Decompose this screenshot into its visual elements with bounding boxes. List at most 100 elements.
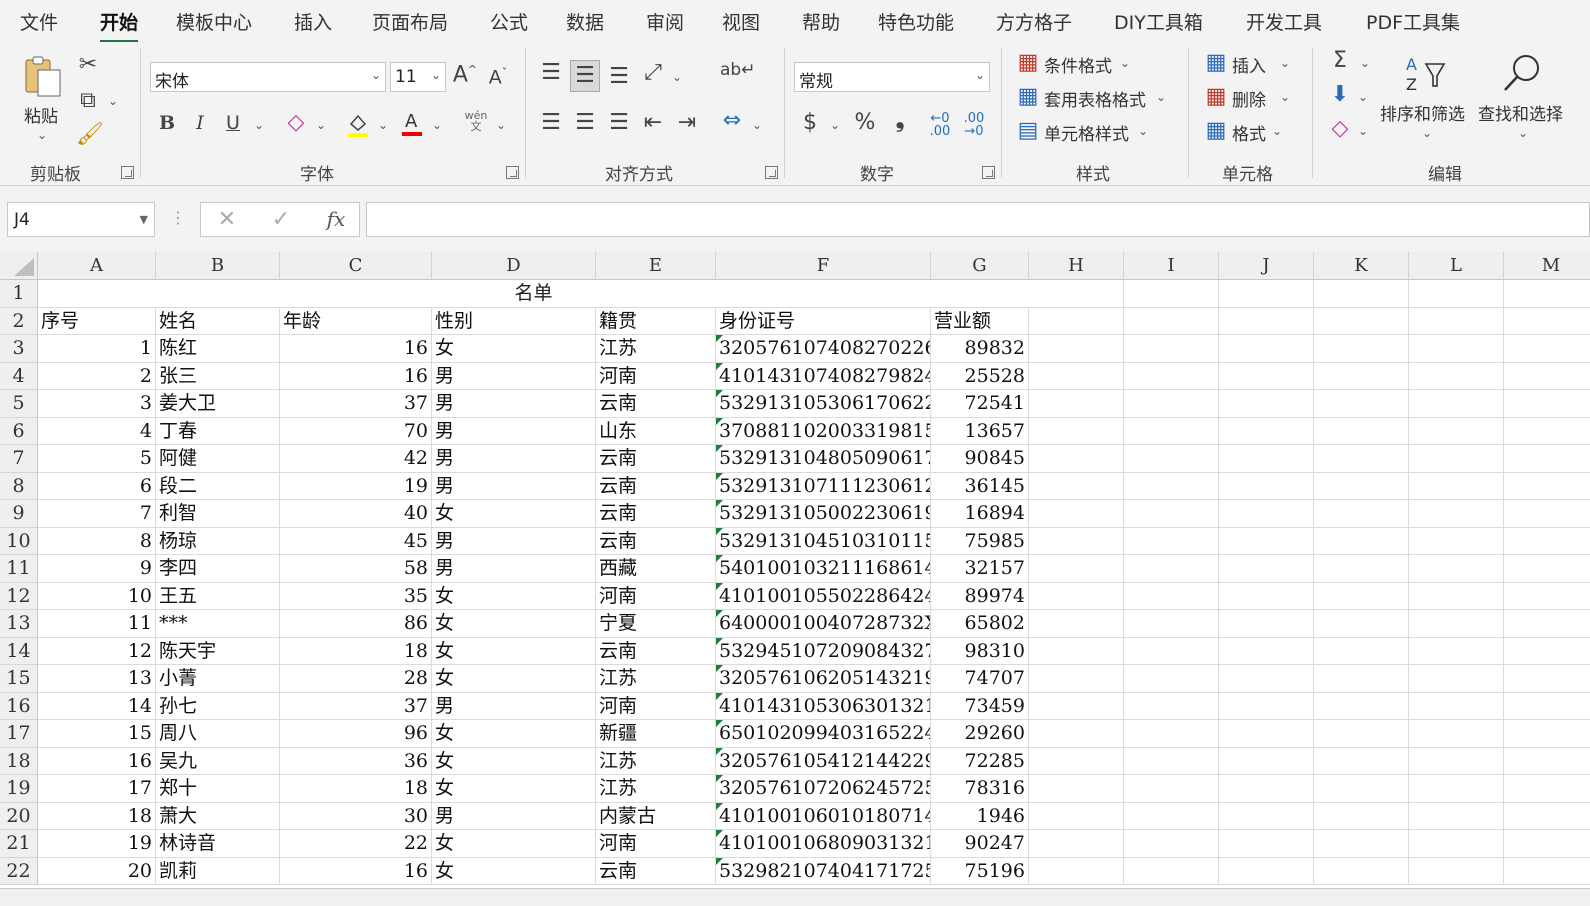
empty-cell[interactable] bbox=[1409, 582, 1504, 610]
table-cell[interactable]: 女 bbox=[432, 720, 596, 748]
empty-cell[interactable] bbox=[1314, 417, 1409, 445]
empty-cell[interactable] bbox=[1504, 473, 1590, 500]
header-cell[interactable]: 身份证号 bbox=[716, 307, 931, 335]
empty-cell[interactable] bbox=[1029, 637, 1124, 665]
table-cell[interactable]: 杨琼 bbox=[156, 527, 280, 555]
row-header[interactable]: 19 bbox=[0, 775, 38, 803]
table-cell[interactable]: 江苏 bbox=[596, 747, 716, 775]
empty-cell[interactable] bbox=[1504, 500, 1590, 528]
format-painter-icon[interactable]: 🖌 bbox=[76, 124, 104, 146]
empty-cell[interactable] bbox=[1504, 830, 1590, 858]
empty-cell[interactable] bbox=[1314, 637, 1409, 665]
table-cell[interactable]: 张三 bbox=[156, 362, 280, 390]
empty-cell[interactable] bbox=[1029, 747, 1124, 775]
empty-cell[interactable] bbox=[1504, 610, 1590, 638]
empty-cell[interactable] bbox=[1219, 500, 1314, 528]
table-cell[interactable]: 75196 bbox=[931, 857, 1029, 885]
empty-cell[interactable] bbox=[1124, 857, 1219, 885]
column-header-a[interactable]: A bbox=[38, 252, 156, 280]
sort-filter-icon[interactable]: AZ bbox=[1404, 52, 1448, 96]
empty-cell[interactable] bbox=[1124, 582, 1219, 610]
empty-cell[interactable] bbox=[1314, 500, 1409, 528]
table-cell[interactable]: 姜大卫 bbox=[156, 390, 280, 418]
table-cell[interactable]: 75985 bbox=[931, 527, 1029, 555]
align-center-icon[interactable]: ☰ bbox=[572, 112, 598, 134]
table-cell[interactable]: 650102099403165224 bbox=[716, 720, 931, 748]
table-cell[interactable]: 532913104805090617 bbox=[716, 445, 931, 473]
header-cell[interactable] bbox=[1314, 307, 1409, 335]
table-format-icon[interactable]: ▦ bbox=[1016, 86, 1040, 108]
empty-cell[interactable] bbox=[1124, 445, 1219, 473]
table-cell[interactable]: 女 bbox=[432, 665, 596, 693]
empty-cell[interactable] bbox=[1219, 280, 1314, 308]
empty-cell[interactable] bbox=[1409, 692, 1504, 720]
empty-cell[interactable] bbox=[1409, 857, 1504, 885]
delete-cells-button[interactable]: 删除 bbox=[1232, 86, 1266, 111]
table-format-dropdown-icon[interactable]: ⌄ bbox=[1156, 90, 1166, 104]
empty-cell[interactable] bbox=[1219, 637, 1314, 665]
empty-cell[interactable] bbox=[1124, 390, 1219, 418]
empty-cell[interactable] bbox=[1314, 610, 1409, 638]
search-icon[interactable] bbox=[1500, 52, 1544, 96]
column-header-f[interactable]: F bbox=[716, 252, 931, 280]
table-cell[interactable]: 男 bbox=[432, 527, 596, 555]
table-cell[interactable]: 西藏 bbox=[596, 555, 716, 583]
empty-cell[interactable] bbox=[1124, 830, 1219, 858]
table-cell[interactable]: 江苏 bbox=[596, 665, 716, 693]
table-cell[interactable]: 5 bbox=[38, 445, 156, 473]
empty-cell[interactable] bbox=[1314, 445, 1409, 473]
table-cell[interactable]: 70 bbox=[280, 417, 432, 445]
table-cell[interactable]: 云南 bbox=[596, 637, 716, 665]
table-cell[interactable]: 15 bbox=[38, 720, 156, 748]
table-cell[interactable]: 16 bbox=[280, 857, 432, 885]
italic-button[interactable]: I bbox=[190, 114, 210, 133]
empty-cell[interactable] bbox=[1029, 390, 1124, 418]
table-cell[interactable]: 云南 bbox=[596, 390, 716, 418]
column-header-g[interactable]: G bbox=[931, 252, 1029, 280]
alignment-launcher-icon[interactable] bbox=[765, 166, 778, 179]
table-cell[interactable]: 73459 bbox=[931, 692, 1029, 720]
empty-cell[interactable] bbox=[1504, 665, 1590, 693]
table-cell[interactable]: 370881102003319815 bbox=[716, 417, 931, 445]
header-cell[interactable] bbox=[1029, 307, 1124, 335]
empty-cell[interactable] bbox=[1124, 692, 1219, 720]
empty-cell[interactable] bbox=[1219, 555, 1314, 583]
formula-input[interactable] bbox=[366, 202, 1590, 237]
copy-dropdown-icon[interactable]: ⌄ bbox=[108, 94, 118, 108]
table-cell[interactable]: 42 bbox=[280, 445, 432, 473]
table-cell[interactable]: 宁夏 bbox=[596, 610, 716, 638]
menu-tab[interactable]: 数据 bbox=[566, 8, 604, 35]
table-cell[interactable]: 532982107404171725 bbox=[716, 857, 931, 885]
table-cell[interactable]: 女 bbox=[432, 335, 596, 363]
empty-cell[interactable] bbox=[1219, 747, 1314, 775]
empty-cell[interactable] bbox=[1409, 390, 1504, 418]
empty-cell[interactable] bbox=[1029, 280, 1124, 308]
empty-cell[interactable] bbox=[1124, 362, 1219, 390]
align-right-icon[interactable]: ☰ bbox=[606, 112, 632, 134]
table-cell[interactable]: 37 bbox=[280, 390, 432, 418]
table-cell[interactable]: 吴九 bbox=[156, 747, 280, 775]
sort-filter-button[interactable]: 排序和筛选 bbox=[1380, 100, 1465, 125]
menu-tab[interactable]: 特色功能 bbox=[878, 8, 954, 35]
header-cell[interactable] bbox=[1504, 308, 1590, 335]
table-cell[interactable]: 96 bbox=[280, 720, 432, 748]
number-launcher-icon[interactable] bbox=[982, 166, 995, 179]
table-cell[interactable]: 320576107408270226 bbox=[716, 335, 931, 363]
fill-icon[interactable]: ⬇ bbox=[1328, 84, 1352, 106]
empty-cell[interactable] bbox=[1219, 720, 1314, 748]
table-cell[interactable]: 女 bbox=[432, 830, 596, 858]
empty-cell[interactable] bbox=[1409, 775, 1504, 803]
table-cell[interactable]: 19 bbox=[38, 830, 156, 858]
empty-cell[interactable] bbox=[1314, 555, 1409, 583]
table-cell[interactable]: 阿健 bbox=[156, 445, 280, 473]
row-header[interactable]: 20 bbox=[0, 802, 38, 830]
empty-cell[interactable] bbox=[1409, 500, 1504, 528]
row-header[interactable]: 7 bbox=[0, 445, 38, 473]
table-cell[interactable]: 19 bbox=[280, 472, 432, 500]
table-cell[interactable]: 17 bbox=[38, 775, 156, 803]
phonetic-dropdown-icon[interactable]: ⌄ bbox=[496, 118, 506, 132]
menu-tab[interactable]: PDF工具集 bbox=[1366, 8, 1460, 35]
table-cell[interactable]: 陈红 bbox=[156, 335, 280, 363]
table-cell[interactable]: 郑十 bbox=[156, 775, 280, 803]
empty-cell[interactable] bbox=[1219, 362, 1314, 390]
